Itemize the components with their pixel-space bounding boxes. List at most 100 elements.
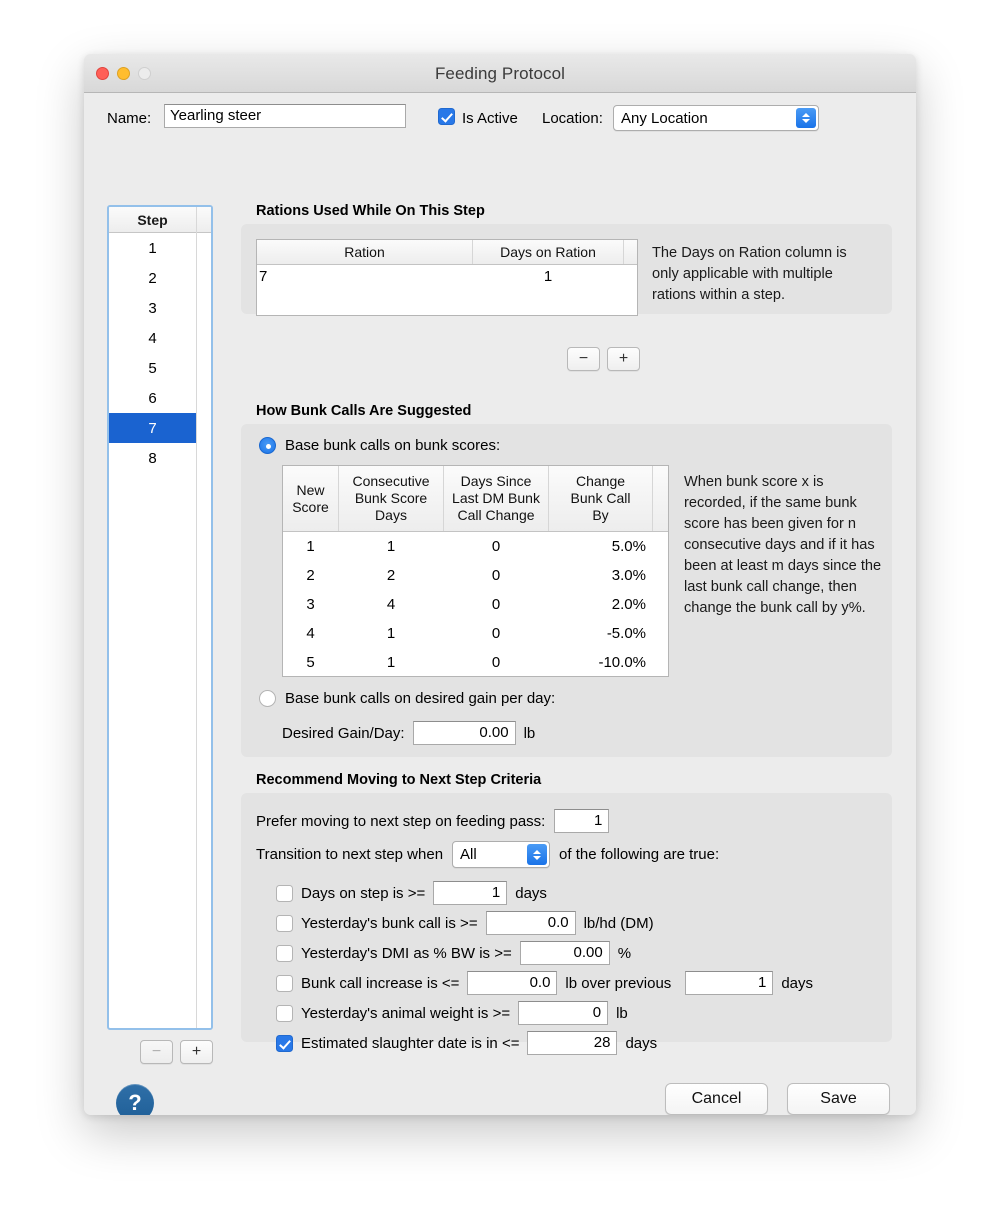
criteria-label: Bunk call increase is <=: [301, 974, 460, 992]
bunk-cell-change-by: -10.0%: [598, 654, 646, 671]
table-row[interactable]: 1 1 0 5.0%: [283, 532, 668, 561]
header-row: Name: Yearling steer Is Active Location:…: [84, 93, 916, 149]
criteria-value-input[interactable]: 0: [518, 1001, 609, 1025]
window-body: Name: Yearling steer Is Active Location:…: [84, 93, 916, 1115]
bunk-cell-gutter: [653, 590, 668, 619]
bunk-cell-days-since: 0: [491, 625, 501, 642]
bunk-cell-days-since: 0: [491, 567, 501, 584]
transition-value: All: [460, 846, 477, 863]
option-bunk-scores-label: Base bunk calls on bunk scores:: [285, 437, 501, 454]
criteria-checkbox[interactable]: [276, 1004, 293, 1022]
radio-desired-gain[interactable]: [259, 690, 276, 707]
bunk-cell-new-score: 4: [306, 625, 315, 642]
ration-cell-name: 7: [259, 268, 268, 285]
criteria-row: Estimated slaughter date is in <= 28 days: [276, 1028, 876, 1058]
option-desired-gain[interactable]: Base bunk calls on desired gain per day:: [259, 690, 555, 707]
option-bunk-scores[interactable]: Base bunk calls on bunk scores:: [259, 437, 500, 454]
window-title: Feeding Protocol: [434, 64, 566, 83]
criteria-unit: days: [625, 1034, 658, 1052]
criteria-value-input[interactable]: 1: [433, 881, 508, 905]
name-input[interactable]: Yearling steer: [164, 104, 406, 128]
step-list[interactable]: Step 12345678: [107, 205, 213, 1030]
step-list-item[interactable]: 7: [109, 413, 196, 443]
criteria-row: Bunk call increase is <= 0.0 lb over previ…: [276, 968, 876, 998]
step-list-gutter: [196, 207, 211, 1028]
rations-col-days: Days on Ration: [473, 240, 624, 264]
rations-hint: The Days on Ration column is only applic…: [652, 245, 847, 303]
transition-row: Transition to next step when All of the …: [256, 841, 719, 868]
criteria-checkbox[interactable]: [276, 944, 293, 962]
transition-dropdown[interactable]: All: [452, 841, 551, 868]
bunk-cell-days-since: 0: [491, 538, 501, 555]
rations-table[interactable]: Ration Days on Ration 7 1: [256, 239, 638, 316]
name-label: Name:: [107, 110, 152, 127]
bunk-cell-change-by: -5.0%: [606, 625, 646, 642]
step-list-item[interactable]: 8: [109, 443, 196, 473]
step-list-item[interactable]: 4: [109, 323, 196, 353]
criteria-row: Yesterday's bunk call is >= 0.0 lb/hd (DM): [276, 908, 876, 938]
bunk-cell-gutter: [653, 532, 668, 561]
bunk-cell-new-score: 3: [306, 596, 315, 613]
remove-ration-button[interactable]: −: [567, 347, 600, 371]
feeding-protocol-window: Feeding Protocol Name: Yearling steer Is…: [84, 54, 916, 1115]
ration-cell-days: 1: [543, 268, 553, 285]
criteria-unit: lb: [616, 1004, 628, 1022]
bunk-cell-new-score: 5: [306, 654, 315, 671]
criteria-label: Yesterday's bunk call is >=: [301, 914, 478, 932]
help-button[interactable]: ?: [116, 1084, 154, 1115]
screen: Feeding Protocol Name: Yearling steer Is…: [0, 0, 1000, 1228]
is-active-checkbox[interactable]: [438, 108, 455, 125]
criteria-value-input[interactable]: 0.0: [467, 971, 558, 995]
cancel-button[interactable]: Cancel: [665, 1083, 768, 1115]
location-dropdown[interactable]: Any Location: [613, 105, 819, 131]
transition-prefix: Transition to next step when: [256, 846, 444, 863]
criteria-value-input[interactable]: 0.0: [485, 911, 576, 935]
add-ration-button[interactable]: +: [607, 347, 640, 371]
bunk-cell-consecutive-days: 2: [386, 567, 396, 584]
transition-suffix: of the following are true:: [559, 846, 720, 863]
step-column-header: Step: [109, 207, 196, 233]
bunk-col-days-since: Days Since Last DM Bunk Call Change: [444, 466, 549, 531]
feeding-pass-input[interactable]: 1: [554, 809, 610, 833]
criteria-checkbox[interactable]: [276, 884, 293, 902]
criteria-row: Yesterday's animal weight is >= 0 lb: [276, 998, 876, 1028]
footer-buttons: Cancel Save: [665, 1083, 890, 1115]
ration-cell-gutter: [624, 265, 637, 288]
bunk-score-rows: 1 1 0 5.0% 2 2 0 3.0% 3 4 0 2.0% 4 1 0 -5.0% 5 1 0 -10.0%: [283, 532, 668, 676]
chevron-updown-icon: [527, 844, 548, 865]
criteria-label: Days on step is >=: [301, 884, 426, 902]
bunk-cell-new-score: 1: [306, 538, 315, 555]
bunk-score-table-header: New Score Consecutive Bunk Score Days Da…: [283, 466, 668, 532]
criteria-label: Yesterday's animal weight is >=: [301, 1004, 511, 1022]
bunk-cell-gutter: [653, 619, 668, 648]
step-list-item[interactable]: 3: [109, 293, 196, 323]
desired-gain-input[interactable]: 0.00: [412, 721, 516, 745]
radio-bunk-scores[interactable]: [259, 437, 276, 454]
criteria-unit: %: [617, 944, 632, 962]
criteria-value-input-2[interactable]: 1: [685, 971, 774, 995]
bunk-cell-consecutive-days: 1: [386, 538, 396, 555]
option-desired-gain-label: Base bunk calls on desired gain per day:: [285, 690, 556, 707]
step-list-item[interactable]: 6: [109, 383, 196, 413]
step-list-item[interactable]: 2: [109, 263, 196, 293]
table-row[interactable]: 2 2 0 3.0%: [283, 561, 668, 590]
criteria-value-input[interactable]: 0.00: [519, 941, 610, 965]
remove-step-button[interactable]: −: [140, 1040, 173, 1064]
location-label: Location:: [542, 110, 603, 127]
table-row[interactable]: 7 1: [257, 265, 637, 288]
step-list-buttons: − +: [140, 1040, 213, 1064]
bunk-calls-section-title: How Bunk Calls Are Suggested: [256, 403, 472, 419]
criteria-value-input[interactable]: 28: [527, 1031, 618, 1055]
table-row[interactable]: 5 1 0 -10.0%: [283, 648, 668, 676]
bunk-score-table[interactable]: New Score Consecutive Bunk Score Days Da…: [282, 465, 669, 677]
criteria-checkbox[interactable]: [276, 1034, 293, 1052]
add-step-button[interactable]: +: [180, 1040, 213, 1064]
table-row[interactable]: 3 4 0 2.0%: [283, 590, 668, 619]
bunk-col-gutter: [653, 466, 668, 531]
save-button[interactable]: Save: [787, 1083, 890, 1115]
step-list-item[interactable]: 5: [109, 353, 196, 383]
step-list-item[interactable]: 1: [109, 233, 196, 263]
criteria-checkbox[interactable]: [276, 974, 293, 992]
table-row[interactable]: 4 1 0 -5.0%: [283, 619, 668, 648]
criteria-checkbox[interactable]: [276, 914, 293, 932]
